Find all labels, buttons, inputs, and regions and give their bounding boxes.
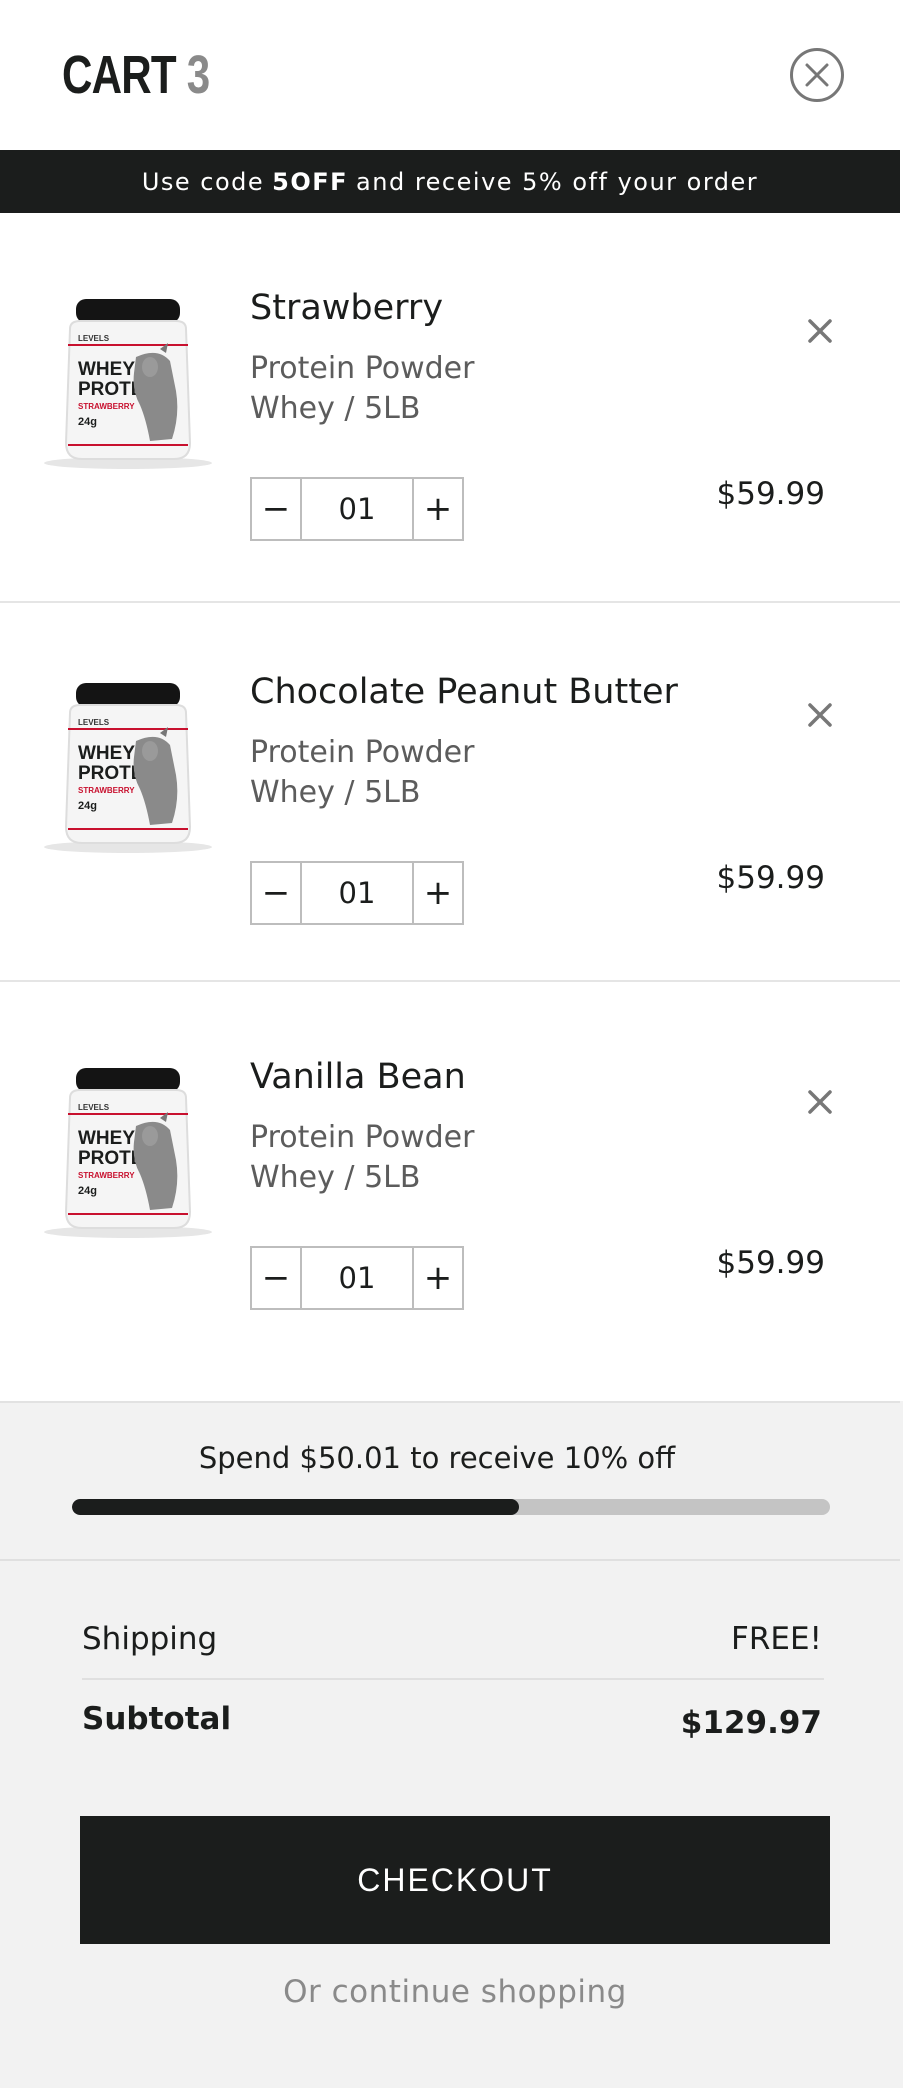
minus-icon: − — [261, 873, 291, 913]
decrease-quantity-button[interactable]: − — [252, 479, 300, 539]
svg-text:24g: 24g — [78, 1185, 97, 1197]
minus-icon: − — [261, 489, 291, 529]
checkout-button[interactable]: CHECKOUT — [80, 1816, 830, 1944]
item-category: Protein Powder — [250, 1120, 475, 1155]
item-name[interactable]: Chocolate Peanut Butter — [250, 672, 678, 712]
item-price: $59.99 — [716, 1245, 825, 1281]
subtotal-label: Subtotal — [82, 1701, 232, 1737]
shipping-value: FREE! — [731, 1621, 822, 1657]
quantity-stepper: − 01 + — [250, 1246, 464, 1310]
svg-text:WHEY: WHEY — [78, 359, 135, 380]
svg-text:LEVELS: LEVELS — [78, 718, 110, 727]
discount-progress-fill — [72, 1499, 520, 1515]
totals-separator — [82, 1678, 824, 1680]
product-image: LEVELS WHEY PROTEIN STRAWBERRY 24g — [40, 293, 215, 473]
svg-text:LEVELS: LEVELS — [78, 334, 110, 343]
promo-code: 5OFF — [272, 167, 349, 196]
protein-tub-illustration: LEVELS WHEY PROTEIN STRAWBERRY 24g — [44, 683, 212, 853]
discount-progress-bar — [72, 1499, 830, 1515]
decrease-quantity-button[interactable]: − — [252, 863, 300, 923]
item-category: Protein Powder — [250, 351, 475, 386]
quantity-value[interactable]: 01 — [300, 863, 414, 923]
remove-item-button[interactable] — [802, 1084, 838, 1120]
item-variant: Whey / 5LB — [250, 775, 421, 810]
footer-separator — [0, 1559, 900, 1561]
promo-banner: Use code 5OFF and receive 5% off your or… — [0, 150, 900, 213]
remove-item-button[interactable] — [802, 313, 838, 349]
quantity-value[interactable]: 01 — [300, 479, 414, 539]
product-image: LEVELS WHEY PROTEIN STRAWBERRY 24g — [40, 1062, 215, 1242]
item-category: Protein Powder — [250, 735, 475, 770]
item-variant: Whey / 5LB — [250, 1160, 421, 1195]
protein-tub-illustration: LEVELS WHEY PROTEIN STRAWBERRY 24g — [44, 299, 212, 469]
x-icon — [808, 1090, 832, 1114]
shipping-label: Shipping — [82, 1621, 218, 1657]
item-divider — [0, 980, 900, 982]
cart-header: CART 3 — [0, 0, 903, 150]
svg-text:24g: 24g — [78, 800, 97, 812]
svg-text:24g: 24g — [78, 416, 97, 428]
cart-footer: Spend $50.01 to receive 10% off Shipping… — [0, 1401, 903, 2088]
continue-shopping-link[interactable]: Or continue shopping — [0, 1974, 903, 2010]
promo-prefix: Use code — [141, 167, 265, 196]
item-name[interactable]: Vanilla Bean — [250, 1057, 466, 1097]
promo-suffix: and receive 5% off your order — [356, 167, 759, 196]
plus-icon: + — [423, 873, 453, 913]
item-price: $59.99 — [716, 860, 825, 896]
svg-text:STRAWBERRY: STRAWBERRY — [78, 1171, 135, 1180]
svg-text:WHEY: WHEY — [78, 743, 135, 764]
item-price: $59.99 — [716, 476, 825, 512]
footer-divider — [0, 1401, 900, 1403]
spend-message: Spend $50.01 to receive 10% off — [198, 1441, 676, 1475]
cart-title: CART 3 — [62, 44, 210, 106]
increase-quantity-button[interactable]: + — [414, 479, 462, 539]
minus-icon: − — [261, 1258, 291, 1298]
x-icon — [808, 703, 832, 727]
decrease-quantity-button[interactable]: − — [252, 1248, 300, 1308]
quantity-stepper: − 01 + — [250, 861, 464, 925]
svg-text:LEVELS: LEVELS — [78, 1103, 110, 1112]
x-icon — [808, 319, 832, 343]
cart-title-label: CART — [62, 45, 177, 105]
product-image: LEVELS WHEY PROTEIN STRAWBERRY 24g — [40, 677, 215, 857]
plus-icon: + — [423, 489, 453, 529]
close-icon — [805, 63, 829, 87]
item-name[interactable]: Strawberry — [250, 288, 443, 328]
increase-quantity-button[interactable]: + — [414, 863, 462, 923]
cart-count: 3 — [186, 45, 210, 105]
remove-item-button[interactable] — [802, 697, 838, 733]
quantity-value[interactable]: 01 — [300, 1248, 414, 1308]
svg-text:STRAWBERRY: STRAWBERRY — [78, 786, 135, 795]
item-divider — [0, 601, 900, 603]
close-cart-button[interactable] — [790, 48, 844, 102]
protein-tub-illustration: LEVELS WHEY PROTEIN STRAWBERRY 24g — [44, 1068, 212, 1238]
increase-quantity-button[interactable]: + — [414, 1248, 462, 1308]
svg-text:STRAWBERRY: STRAWBERRY — [78, 402, 135, 411]
item-variant: Whey / 5LB — [250, 391, 421, 426]
svg-text:WHEY: WHEY — [78, 1128, 135, 1149]
quantity-stepper: − 01 + — [250, 477, 464, 541]
plus-icon: + — [423, 1258, 453, 1298]
subtotal-value: $129.97 — [680, 1705, 822, 1741]
